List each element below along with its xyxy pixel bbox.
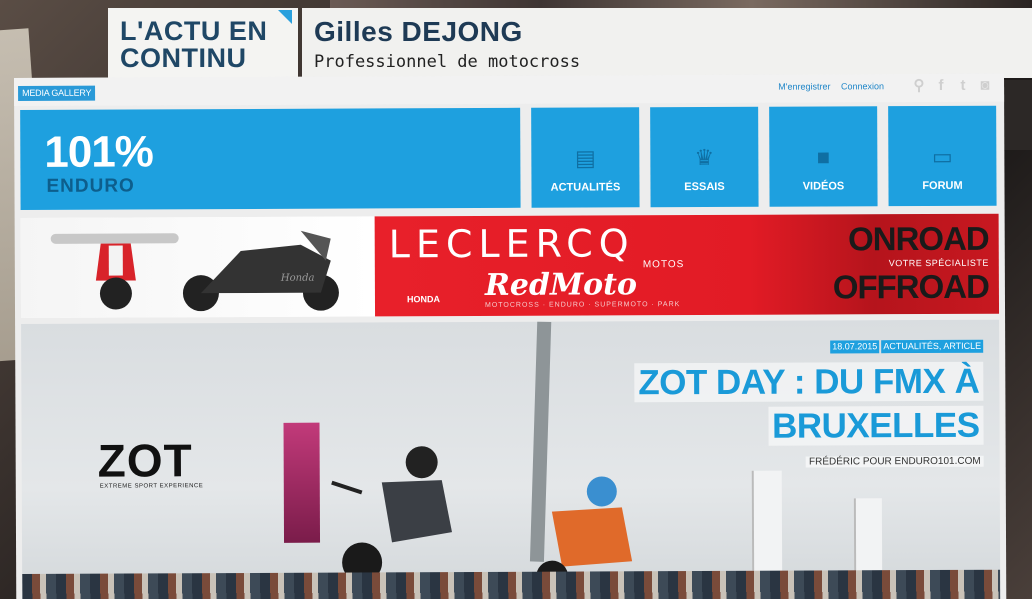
banner-motorcycles: Honda [20, 216, 374, 318]
onroad-text: ONROAD [847, 219, 989, 258]
ticker-label: L'ACTU EN CONTINU [108, 8, 298, 78]
register-link[interactable]: M'enregistrer [778, 81, 830, 91]
article-date: 18.07.2015 [830, 340, 880, 354]
video-camera-icon: ■ [816, 144, 831, 170]
top-bar: MEDIA GALLERY M'enregistrer Connexion ⚲ … [14, 73, 1005, 106]
website-window: MEDIA GALLERY M'enregistrer Connexion ⚲ … [14, 73, 1007, 599]
article-title-line1: ZOT DAY : DU FMX À [634, 361, 984, 403]
rss-icon[interactable]: ◙ [976, 77, 994, 95]
nav-actualites[interactable]: ▤ ACTUALITÉS [531, 107, 640, 208]
logo-word: ENDURO [46, 175, 135, 197]
nav-label: ESSAIS [684, 180, 725, 194]
ticker-content: Gilles DEJONG Professionnel de motocross [302, 8, 1032, 78]
main-navigation: 101% ENDURO ▤ ACTUALITÉS ♛ ESSAIS ■ VIDÉ… [20, 105, 998, 210]
nav-videos[interactable]: ■ VIDÉOS [769, 106, 878, 207]
article-byline: FRÉDÉRIC POUR ENDURO101.COM [805, 455, 984, 468]
nav-label: FORUM [922, 179, 963, 193]
nav-label: ACTUALITÉS [550, 181, 621, 194]
white-flag-image [751, 470, 783, 571]
chat-icon: ▭ [931, 143, 953, 169]
honda-logo: HONDA [406, 294, 440, 305]
redmoto-logo: RedMoto [484, 267, 638, 303]
search-icon[interactable]: ⚲ [910, 77, 928, 95]
site-logo[interactable]: 101% ENDURO [20, 107, 521, 210]
specialist-text: VOTRE SPÉCIALISTE [888, 257, 989, 269]
pink-flag-image [283, 422, 321, 543]
logo-number: 101% [44, 127, 153, 177]
leclercq-brand: LECLERCQ [388, 221, 635, 267]
banner-signature: Honda [280, 273, 315, 284]
zot-tagline: EXTREME SPORT EXPERIENCE [99, 483, 204, 490]
nav-essais[interactable]: ♛ ESSAIS [650, 106, 759, 208]
newspaper-icon: ▤ [574, 145, 596, 171]
crowd-image [22, 569, 1001, 599]
corner-accent [278, 10, 292, 24]
login-link[interactable]: Connexion [841, 81, 884, 91]
offroad-text: OFFROAD [832, 267, 989, 306]
ticker-name: Gilles DEJONG [314, 16, 523, 47]
motos-label: MOTOS [642, 259, 685, 271]
nav-forum[interactable]: ▭ FORUM [888, 105, 997, 207]
article-title-line2: BRUXELLES [767, 405, 984, 446]
zot-logo: ZOT [97, 434, 193, 487]
hero-article[interactable]: ZOT EXTREME SPORT EXPERIENCE 18.07.2015 … [21, 319, 1001, 599]
media-gallery-link[interactable]: MEDIA GALLERY [18, 85, 96, 101]
leclercq-ad: LECLERCQ MOTOS HONDA RedMoto MOTOCROSS ·… [374, 213, 1000, 317]
article-title[interactable]: ZOT DAY : DU FMX À BRUXELLES [563, 360, 984, 450]
ticker-label-line1: L'ACTU EN [120, 16, 268, 46]
rider-image [331, 446, 452, 583]
advertisement-banner[interactable]: Honda LECLERCQ MOTOS HONDA RedMoto MOTOC… [20, 213, 1000, 318]
account-links: M'enregistrer Connexion [770, 81, 884, 91]
black-motorcycle-image: Honda [182, 230, 339, 312]
article-meta: 18.07.2015 ACTUALITÉS, ARTICLE [830, 339, 984, 354]
redmoto-tagline: MOTOCROSS · ENDURO · SUPERMOTO · PARK [484, 301, 681, 309]
white-flag-image [853, 498, 883, 579]
article-tags[interactable]: ACTUALITÉS, ARTICLE [881, 339, 984, 354]
social-icons: ⚲ f t ◙ [910, 77, 994, 95]
nav-label: VIDÉOS [802, 180, 845, 193]
ticker-label-line2: CONTINU [120, 43, 247, 73]
twitter-icon[interactable]: t [954, 77, 972, 95]
facebook-icon[interactable]: f [932, 77, 950, 95]
ticker-subtitle: Professionnel de motocross [314, 52, 581, 72]
award-icon: ♛ [694, 144, 715, 171]
